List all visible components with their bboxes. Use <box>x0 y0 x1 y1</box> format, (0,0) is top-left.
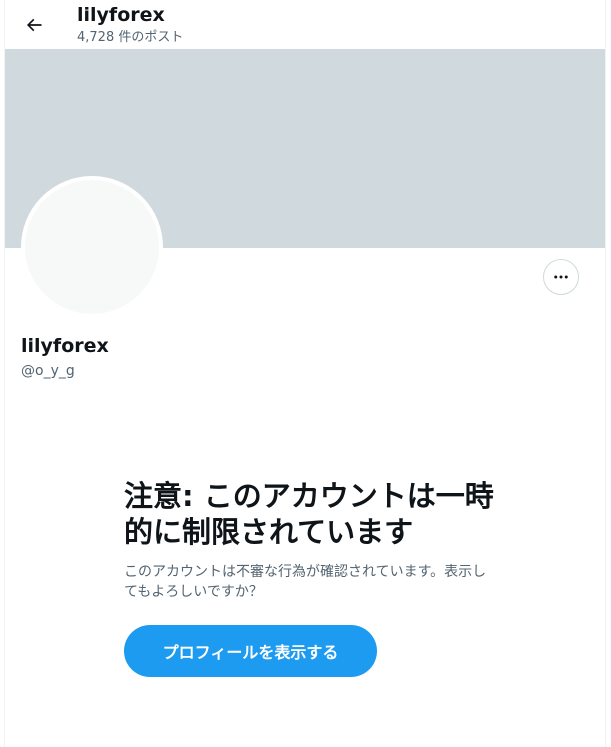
restriction-notice: 注意: このアカウントは一時的に制限されています このアカウントは不審な行為が確… <box>124 478 496 602</box>
display-name: lilyforex <box>21 335 109 357</box>
profile-column: lilyforex 4,728 件のポスト lilyforex @o_y_g 注… <box>4 0 606 747</box>
view-profile-button[interactable]: プロフィールを表示する <box>124 625 377 677</box>
avatar[interactable] <box>21 176 163 318</box>
user-handle: @o_y_g <box>21 363 75 379</box>
notice-title: 注意: このアカウントは一時的に制限されています <box>124 479 494 549</box>
more-horizontal-icon <box>554 275 568 279</box>
top-bar: lilyforex 4,728 件のポスト <box>5 0 605 49</box>
arrow-left-icon <box>26 18 42 32</box>
post-count: 4,728 件のポスト <box>77 30 184 45</box>
notice-body: このアカウントは不審な行為が確認されています。表示してもよろしいですか？ <box>124 564 487 600</box>
back-button[interactable] <box>17 8 51 42</box>
more-options-button[interactable] <box>543 259 579 295</box>
header-title: lilyforex <box>77 4 165 26</box>
